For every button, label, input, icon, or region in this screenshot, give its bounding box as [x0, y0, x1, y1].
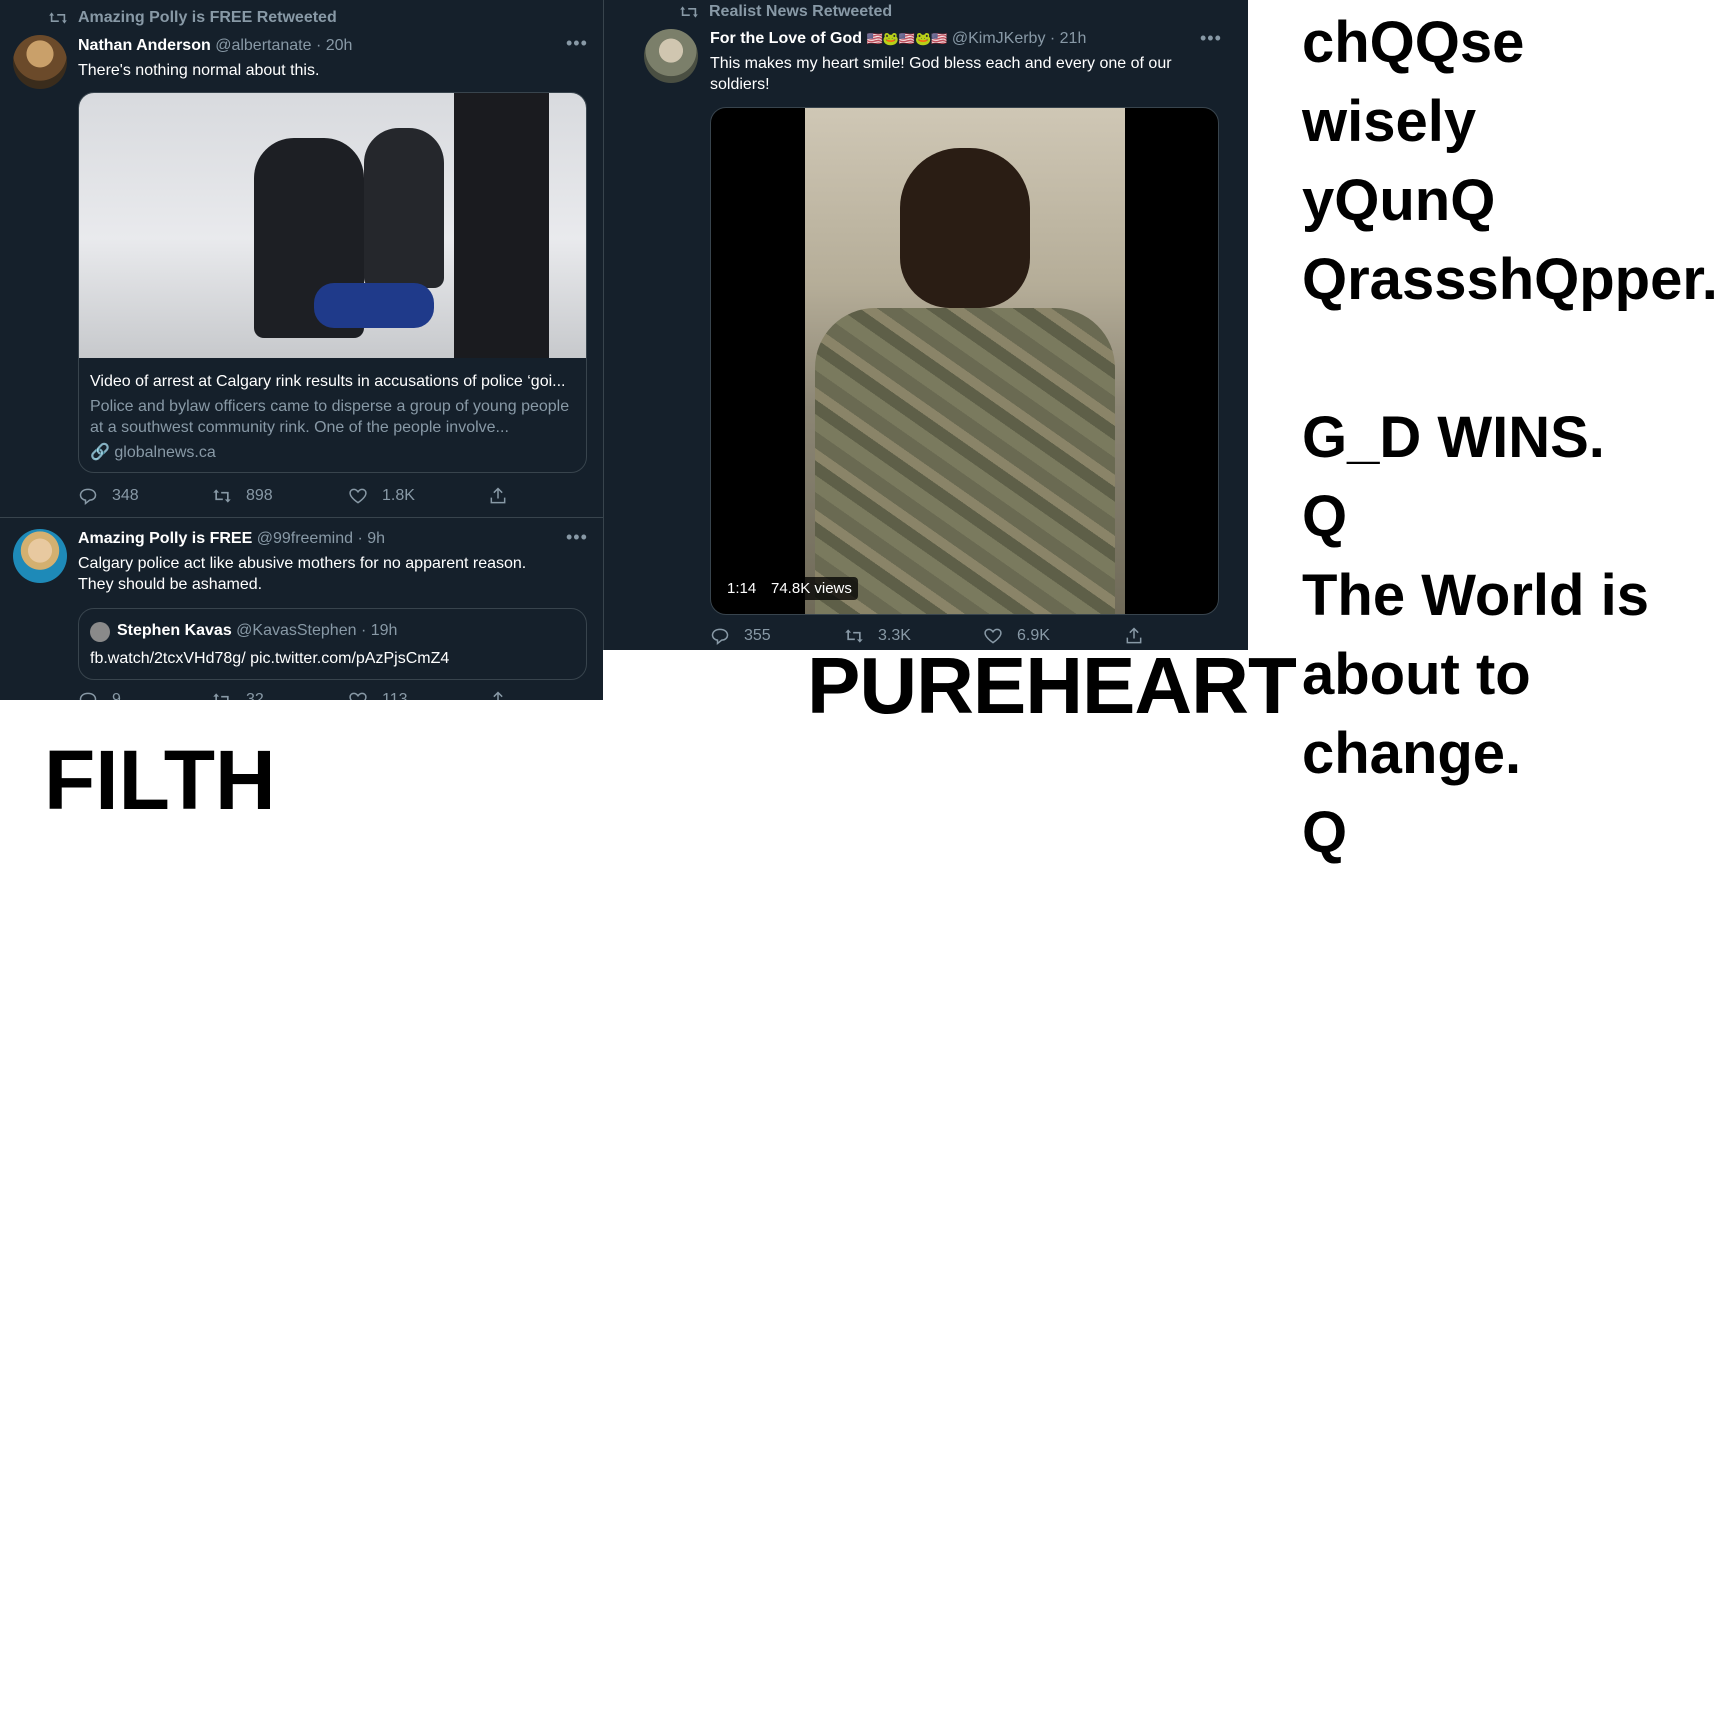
retweet-count: 898: [246, 487, 273, 504]
link-icon: 🔗: [90, 444, 110, 461]
quote-line: Q: [1302, 484, 1348, 549]
retweet-label: Realist News Retweeted: [709, 3, 893, 20]
retweet-icon: [213, 693, 229, 700]
like-count: 113: [382, 691, 408, 700]
name-emoji-flags: 🇺🇸🐸🇺🇸🐸🇺🇸: [866, 31, 948, 46]
right-timeline-panel: Realist News Retweeted For the Love of G…: [627, 0, 1248, 650]
like-icon: [349, 488, 367, 504]
avatar[interactable]: [644, 29, 698, 83]
reply-icon: [79, 488, 97, 506]
tweet-actions: 348 898 1.8K: [78, 486, 585, 510]
author-handle[interactable]: @99freemind · 9h: [257, 530, 385, 547]
quote-line: The World is: [1302, 563, 1649, 628]
tweet-text-line: soldiers!: [710, 76, 770, 93]
tweet-nathan-anderson[interactable]: Amazing Polly is FREE Retweeted Nathan A…: [0, 0, 603, 517]
quote-line: change.: [1302, 721, 1522, 786]
tweet-text-line: This makes my heart smile! God bless eac…: [710, 55, 1172, 72]
tweet-text-line: They should be ashamed.: [78, 576, 263, 593]
author-name[interactable]: Amazing Polly is FREE: [78, 530, 252, 547]
more-icon[interactable]: •••: [566, 33, 588, 54]
like-count: 1.8K: [382, 487, 415, 504]
video-views: 74.8K views: [765, 577, 858, 600]
quoted-author-name: Stephen Kavas: [117, 622, 232, 639]
retweet-icon: [49, 12, 67, 24]
like-button[interactable]: 113: [348, 690, 408, 700]
quote-line: [1302, 319, 1717, 398]
quote-line: G_D WINS.: [1302, 405, 1605, 470]
like-button[interactable]: 1.8K: [348, 486, 415, 506]
retweet-icon: [213, 489, 231, 503]
author-handle[interactable]: @albertanate · 20h: [215, 37, 352, 54]
card-description: Police and bylaw officers came to disper…: [90, 398, 570, 436]
quoted-header: Stephen Kavas @KavasStephen · 19h: [117, 622, 397, 640]
card-link[interactable]: 🔗 globalnews.ca: [90, 442, 216, 462]
video-player[interactable]: 1:14 74.8K views: [710, 107, 1219, 615]
more-icon[interactable]: •••: [1200, 28, 1222, 49]
avatar[interactable]: [13, 35, 67, 89]
tweet-text: This makes my heart smile! God bless eac…: [710, 53, 1172, 95]
reply-button[interactable]: 9: [78, 690, 121, 700]
quoted-text[interactable]: fb.watch/2tcxVHd78g/ pic.twitter.com/pAz…: [90, 648, 449, 669]
share-button[interactable]: [488, 486, 508, 506]
quote-line: about to: [1302, 642, 1531, 707]
like-icon: [349, 692, 367, 700]
retweet-count: 32: [246, 691, 264, 700]
video-duration: 1:14: [721, 577, 763, 600]
share-icon: [490, 487, 506, 504]
author-handle[interactable]: @KimJKerby · 21h: [952, 30, 1087, 47]
quoted-author-handle: @KavasStephen · 19h: [236, 622, 398, 639]
retweet-indicator: Realist News Retweeted: [679, 3, 892, 21]
left-timeline-panel: Amazing Polly is FREE Retweeted Nathan A…: [0, 0, 603, 700]
column-border: [603, 0, 604, 650]
caption-filth: FILTH: [44, 733, 276, 827]
retweet-label: Amazing Polly is FREE Retweeted: [78, 9, 337, 26]
quote-line: wisely: [1302, 89, 1477, 154]
reply-count: 348: [112, 487, 139, 504]
retweet-button[interactable]: 898: [212, 486, 273, 506]
avatar[interactable]: [13, 529, 67, 583]
quoted-tweet[interactable]: Stephen Kavas @KavasStephen · 19h fb.wat…: [78, 608, 587, 680]
caption-quote: chQQse wisely yQunQ QrassshQpper. G_D WI…: [1302, 3, 1717, 872]
quote-line: Q: [1302, 800, 1348, 865]
quoted-avatar: [90, 622, 110, 642]
soldier-head: [900, 148, 1030, 308]
card-domain: globalnews.ca: [114, 444, 216, 461]
retweet-button[interactable]: 32: [212, 690, 264, 700]
tweet-header: Amazing Polly is FREE @99freemind · 9h: [78, 530, 385, 548]
panel-gap: [603, 0, 627, 650]
share-button[interactable]: [488, 690, 508, 700]
reply-count: 9: [112, 691, 121, 700]
reply-button[interactable]: 348: [78, 486, 139, 506]
card-image: [79, 93, 586, 358]
reply-icon: [711, 628, 729, 646]
tweet-actions: 9 32 113: [78, 690, 585, 700]
tweet-for-the-love-of-god[interactable]: Realist News Retweeted For the Love of G…: [627, 0, 1248, 650]
retweet-icon: [680, 6, 698, 18]
quote-line: yQunQ: [1302, 168, 1496, 233]
video-frame: [805, 108, 1125, 614]
more-icon[interactable]: •••: [566, 527, 588, 548]
share-icon: [493, 691, 503, 700]
person-on-ground: [314, 283, 434, 328]
tweet-header: Nathan Anderson @albertanate · 20h: [78, 37, 352, 55]
card-title: Video of arrest at Calgary rink results …: [90, 373, 566, 390]
reply-icon: [79, 692, 97, 700]
caption-pureheart: PUREHEART: [807, 641, 1297, 730]
officer-figure: [364, 128, 444, 288]
tweet-amazing-polly[interactable]: Amazing Polly is FREE @99freemind · 9h •…: [0, 518, 603, 700]
author-name[interactable]: For the Love of God: [710, 30, 862, 47]
reply-button[interactable]: 355: [710, 626, 771, 646]
officer-figure: [454, 93, 549, 358]
retweet-indicator: Amazing Polly is FREE Retweeted: [48, 9, 337, 27]
tweet-text: There's nothing normal about this.: [78, 62, 320, 79]
tweet-text: Calgary police act like abusive mothers …: [78, 553, 526, 595]
soldier-uniform: [815, 308, 1115, 614]
author-name[interactable]: Nathan Anderson: [78, 37, 211, 54]
quote-line: QrassshQpper.: [1302, 247, 1717, 312]
reply-count: 355: [744, 627, 771, 644]
tweet-text-line: Calgary police act like abusive mothers …: [78, 555, 527, 572]
tweet-header: For the Love of God 🇺🇸🐸🇺🇸🐸🇺🇸 @KimJKerby …: [710, 30, 1086, 48]
quote-line: chQQse: [1302, 10, 1525, 75]
link-card[interactable]: Video of arrest at Calgary rink results …: [78, 92, 587, 473]
